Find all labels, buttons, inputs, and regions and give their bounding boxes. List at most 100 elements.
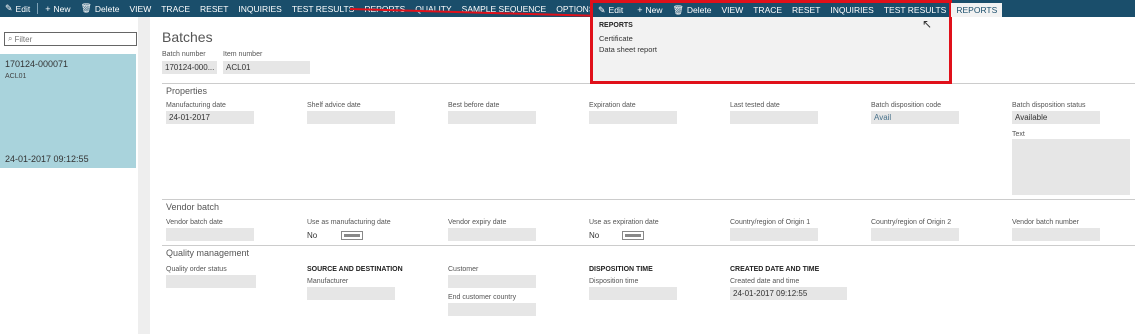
delete-label: Delete xyxy=(94,3,120,14)
dropdown-new-label: New xyxy=(645,5,663,15)
dropdown-tab-reset[interactable]: RESET xyxy=(787,3,825,17)
dropdown-tab-trace[interactable]: TRACE xyxy=(748,3,787,17)
list-item-batch-id: 170124-000071 xyxy=(5,59,69,69)
country-of-origin-1-label: Country/region of Origin 1 xyxy=(730,219,811,226)
reports-dropdown: ✎ Edit + New 🗑 Delete VIEW TRACE RESET INQU… xyxy=(590,0,1003,84)
vendor-batch-section-title[interactable]: Vendor batch xyxy=(166,202,219,212)
manufacturer-field[interactable] xyxy=(307,287,395,300)
quality-management-section-title[interactable]: Quality management xyxy=(166,248,249,258)
vendor-batch-number-field[interactable] xyxy=(1012,228,1100,241)
mouse-pointer-icon: ↖ xyxy=(922,17,933,31)
batch-disposition-code-label: Batch disposition code xyxy=(871,102,942,109)
tab-trace[interactable]: TRACE xyxy=(156,0,195,17)
customer-field[interactable] xyxy=(448,275,536,288)
end-customer-country-field[interactable] xyxy=(448,303,536,316)
list-item-item-number: ACL01 xyxy=(5,73,27,80)
expiration-date-field[interactable] xyxy=(589,111,677,124)
trash-icon: 🗑 xyxy=(672,4,684,15)
use-as-expiration-date-label: Use as expiration date xyxy=(589,219,659,226)
page-title: Batches xyxy=(162,29,213,45)
new-label: New xyxy=(53,3,71,14)
dropdown-tab-test-results[interactable]: TEST RESULTS xyxy=(879,3,952,17)
best-before-date-field[interactable] xyxy=(448,111,536,124)
manufacturer-label: Manufacturer xyxy=(307,278,349,285)
last-tested-date-label: Last tested date xyxy=(730,102,780,109)
list-item[interactable]: 170124-000071 ACL01 24-01-2017 09:12:55 xyxy=(0,54,136,168)
text-field[interactable] xyxy=(1012,139,1130,195)
new-button[interactable]: + New xyxy=(40,0,75,17)
tab-inquiries[interactable]: INQUIRIES xyxy=(233,0,286,17)
batch-disposition-code-field[interactable]: Avail xyxy=(871,111,959,124)
item-number-label: Item number xyxy=(223,51,263,58)
disposition-time-label: Disposition time xyxy=(589,278,639,285)
toolbar-divider xyxy=(37,3,39,14)
properties-section-title[interactable]: Properties xyxy=(166,86,207,96)
reports-group-header: REPORTS xyxy=(599,22,633,29)
quality-management-divider xyxy=(162,245,1135,246)
dropdown-tab-inquiries[interactable]: INQUIRIES xyxy=(825,3,878,17)
text-label: Text xyxy=(1012,131,1025,138)
batch-number-label: Batch number xyxy=(162,51,206,58)
vendor-batch-date-field[interactable] xyxy=(166,228,254,241)
vendor-expiry-date-label: Vendor expiry date xyxy=(448,219,507,226)
dropdown-edit-button[interactable]: ✎ Edit xyxy=(593,3,628,17)
vendor-expiry-date-field[interactable] xyxy=(448,228,536,241)
batch-list-panel: ⌕ Filter 170124-000071 ACL01 24-01-2017 … xyxy=(0,17,150,334)
disposition-time-field[interactable] xyxy=(589,287,677,300)
best-before-date-label: Best before date xyxy=(448,102,500,109)
batch-disposition-status-field[interactable]: Available xyxy=(1012,111,1100,124)
shelf-advice-date-label: Shelf advice date xyxy=(307,102,361,109)
data-sheet-report-menu-item[interactable]: Data sheet report xyxy=(599,45,657,54)
last-tested-date-field[interactable] xyxy=(730,111,818,124)
dropdown-edit-label: Edit xyxy=(608,5,624,15)
tab-reset[interactable]: RESET xyxy=(195,0,233,17)
edit-button[interactable]: ✎ Edit xyxy=(0,0,35,17)
plus-icon: + xyxy=(637,5,643,15)
item-number-field[interactable]: ACL01 xyxy=(223,61,310,74)
source-destination-header: SOURCE AND DESTINATION xyxy=(307,266,403,273)
filter-placeholder: Filter xyxy=(14,34,33,44)
dropdown-tab-reports[interactable]: REPORTS xyxy=(951,3,1003,17)
list-item-date: 24-01-2017 09:12:55 xyxy=(5,154,89,164)
created-date-time-header: CREATED DATE AND TIME xyxy=(730,266,820,273)
batch-number-field[interactable]: 170124-000... xyxy=(162,61,217,74)
dropdown-delete-button[interactable]: 🗑 Delete xyxy=(667,3,716,17)
use-as-manufacturing-date-value: No xyxy=(307,231,318,240)
dropdown-new-button[interactable]: + New xyxy=(632,3,667,17)
country-of-origin-1-field[interactable] xyxy=(730,228,818,241)
disposition-time-header: DISPOSITION TIME xyxy=(589,266,653,273)
use-as-expiration-date-value: No xyxy=(589,231,600,240)
country-of-origin-2-field[interactable] xyxy=(871,228,959,241)
vendor-batch-date-label: Vendor batch date xyxy=(166,219,223,226)
edit-label: Edit xyxy=(15,3,31,14)
tab-quality[interactable]: QUALITY xyxy=(410,0,456,17)
manufacturing-date-field[interactable]: 24-01-2017 xyxy=(166,111,254,124)
use-as-manufacturing-date-toggle[interactable] xyxy=(341,231,363,240)
vendor-batch-divider xyxy=(162,199,1135,200)
dropdown-action-bar: ✎ Edit + New 🗑 Delete VIEW TRACE RESET INQU… xyxy=(593,3,1003,17)
certificate-menu-item[interactable]: Certificate xyxy=(599,34,633,43)
use-as-manufacturing-date-label: Use as manufacturing date xyxy=(307,219,391,226)
plus-icon: + xyxy=(45,3,51,14)
customer-label: Customer xyxy=(448,266,479,273)
created-date-time-label: Created date and time xyxy=(730,278,800,285)
tab-view[interactable]: VIEW xyxy=(125,0,157,17)
created-date-time-field[interactable]: 24-01-2017 09:12:55 xyxy=(730,287,847,300)
pencil-icon: ✎ xyxy=(598,4,606,15)
filter-input[interactable]: ⌕ Filter xyxy=(4,32,137,46)
quality-order-status-field[interactable] xyxy=(166,275,256,288)
country-of-origin-2-label: Country/region of Origin 2 xyxy=(871,219,952,226)
delete-button[interactable]: 🗑 Delete xyxy=(75,0,124,17)
use-as-expiration-date-toggle[interactable] xyxy=(622,231,644,240)
trash-icon: 🗑 xyxy=(80,3,92,13)
tab-test-results[interactable]: TEST RESULTS xyxy=(287,0,360,17)
manufacturing-date-label: Manufacturing date xyxy=(166,102,226,109)
batch-disposition-status-label: Batch disposition status xyxy=(1012,102,1086,109)
pencil-icon: ✎ xyxy=(5,3,13,13)
quality-order-status-label: Quality order status xyxy=(166,266,227,273)
search-icon: ⌕ xyxy=(8,34,13,43)
expiration-date-label: Expiration date xyxy=(589,102,636,109)
dropdown-tab-view[interactable]: VIEW xyxy=(717,3,749,17)
end-customer-country-label: End customer country xyxy=(448,294,517,301)
shelf-advice-date-field[interactable] xyxy=(307,111,395,124)
